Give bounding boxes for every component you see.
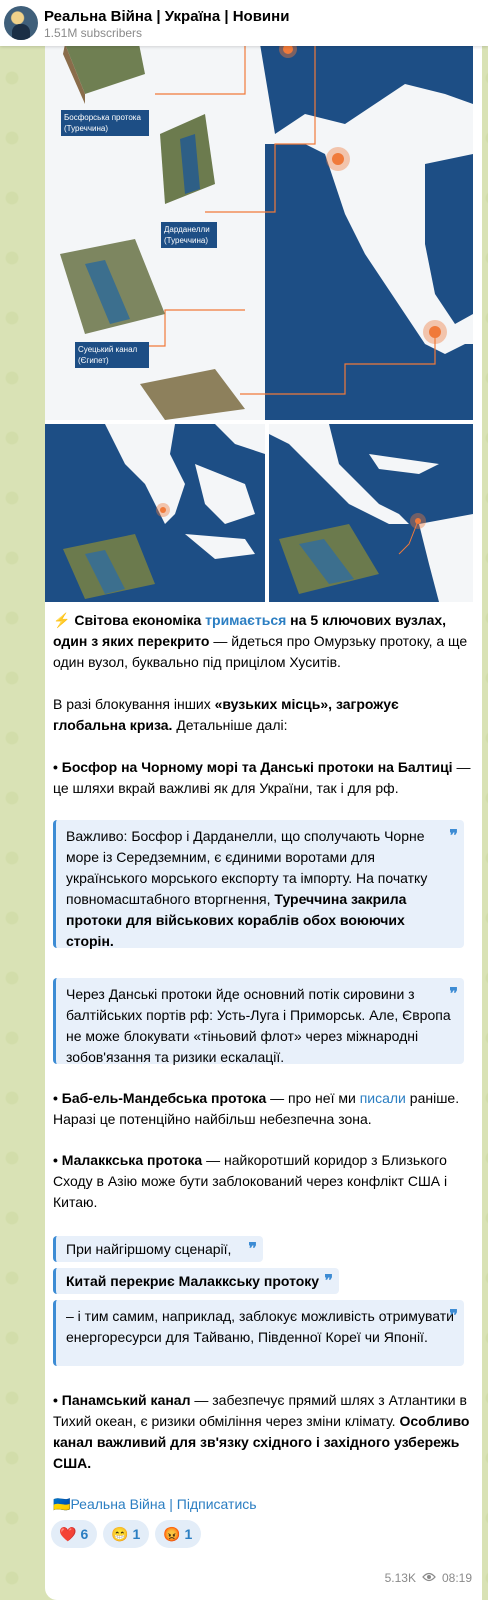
blockquote-danish: ❞ Через Данські протоки йде основний пот…	[53, 978, 464, 1065]
link-wrote[interactable]: писали	[360, 1090, 406, 1106]
post-paragraph-1: ⚡ Світова економіка тримається на 5 ключ…	[53, 612, 468, 670]
message-bubble: Босфорська протока (Туреччина) Дарданелл…	[45, 14, 482, 1600]
quote-icon: ❞	[449, 1308, 458, 1325]
message-meta: 5.13K 08:19	[385, 1571, 472, 1585]
heart-icon: ❤️	[59, 1525, 77, 1542]
media-album[interactable]: Босфорська протока (Туреччина) Дарданелл…	[45, 14, 482, 614]
blockquote-consequences: ❞ – і тим самим, наприклад, заблокує мож…	[53, 1300, 464, 1366]
angry-icon: 😡	[163, 1525, 181, 1542]
post-paragraph-3: • Босфор на Чорному морі та Данські прот…	[53, 759, 471, 796]
reaction-grin[interactable]: 😁 1	[103, 1520, 149, 1548]
post-paragraph-2: В разі блокування інших «вузьких місць»,…	[53, 696, 399, 733]
eye-icon	[422, 1571, 436, 1585]
map-illustration-panama	[269, 424, 473, 602]
blockquote-worst-case: ❞ При найгіршому сценарії,	[53, 1236, 263, 1262]
subscribe-link[interactable]: Реальна Війна | Підписатись	[70, 1496, 256, 1512]
message-time: 08:19	[441, 1571, 472, 1585]
channel-header[interactable]: Реальна Війна | Україна | Новини 1.51M s…	[0, 0, 488, 46]
channel-avatar[interactable]	[4, 6, 38, 40]
reaction-angry[interactable]: 😡 1	[155, 1520, 201, 1548]
label-bosporus: Босфорська протока (Туреччина)	[61, 110, 149, 136]
map-photo-panama[interactable]	[269, 424, 473, 602]
subscriber-count: 1.51M subscribers	[44, 26, 143, 40]
footer-subscribe: 🇺🇦Реальна Війна | Підписатись	[53, 1494, 471, 1515]
label-dardanelles: Дарданелли (Туреччина)	[161, 222, 217, 248]
blockquote-china: ❞ Китай перекриє Малаккську протоку	[53, 1268, 339, 1294]
post-paragraph-6: • Панамський канал — забезпечує прямий ш…	[53, 1392, 470, 1471]
quote-icon: ❞	[324, 1273, 333, 1290]
map-photo-suez[interactable]: Босфорська протока (Туреччина) Дарданелл…	[45, 14, 473, 420]
post-paragraph-4: • Баб-ель-Мандебська протока — про неї м…	[53, 1090, 460, 1127]
label-suez: Суецький канал (Єгипет)	[75, 342, 149, 368]
map-photo-malacca[interactable]	[45, 424, 265, 602]
map-illustration-malacca	[45, 424, 265, 602]
channel-title[interactable]: Реальна Війна | Україна | Новини	[44, 8, 289, 25]
quote-icon: ❞	[449, 828, 458, 845]
post-paragraph-5: • Малаккська протока — найкоротший корид…	[53, 1152, 448, 1210]
ukraine-flag-icon: 🇺🇦	[53, 1496, 71, 1512]
link-holds[interactable]: тримається	[205, 612, 286, 628]
grin-icon: 😁	[111, 1525, 129, 1542]
blockquote-bosporus: ❞ Важливо: Босфор і Дарданелли, що сполу…	[53, 820, 464, 949]
view-count: 5.13K	[384, 1571, 416, 1585]
quote-icon: ❞	[449, 986, 458, 1003]
lightning-icon: ⚡	[53, 612, 71, 628]
reaction-heart[interactable]: ❤️ 6	[51, 1520, 97, 1548]
quote-icon: ❞	[248, 1241, 257, 1258]
